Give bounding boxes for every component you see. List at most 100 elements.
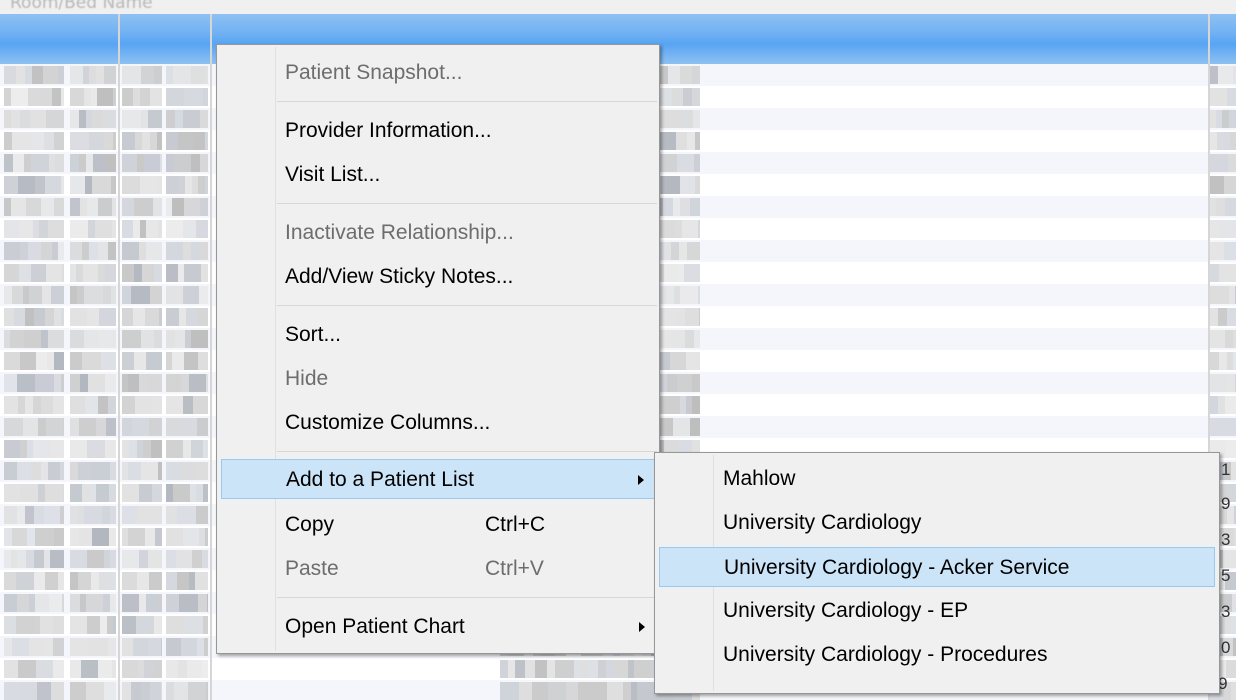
- menu-item-add-to-patient-list[interactable]: Add to a Patient List: [221, 459, 655, 499]
- submenu-item-university-cardiology-ep[interactable]: University Cardiology - EP: [659, 591, 1215, 631]
- redacted-cell: [23, 418, 38, 436]
- menu-item-patient-snapshot[interactable]: Patient Snapshot...: [221, 53, 655, 93]
- redacted-cell: [193, 396, 208, 414]
- redacted-cell: [35, 374, 54, 392]
- redacted-cell: [672, 330, 685, 348]
- context-menu: Patient Snapshot... Provider Information…: [216, 44, 660, 654]
- redacted-cell: [16, 616, 34, 634]
- redacted-cell: [664, 242, 671, 260]
- redacted-cell: [679, 242, 687, 260]
- menu-separator: [277, 451, 657, 452]
- redacted-cell: [53, 638, 64, 656]
- submenu-arrow-icon: [639, 622, 645, 632]
- redacted-cell: [47, 352, 54, 370]
- redacted-cell: [684, 264, 700, 282]
- redacted-cell: [673, 418, 690, 436]
- redacted-cell: [112, 220, 116, 238]
- redacted-cell: [595, 682, 607, 700]
- redacted-cell: [661, 176, 680, 194]
- redacted-cell: [24, 154, 31, 172]
- redacted-cell: [70, 616, 87, 634]
- redacted-cell: [1219, 352, 1227, 370]
- redacted-cell: [79, 418, 96, 436]
- redacted-cell: [41, 462, 48, 480]
- menu-item-copy[interactable]: Copy Ctrl+C: [221, 505, 655, 545]
- redacted-cell: [667, 374, 677, 392]
- redacted-cell: [18, 660, 36, 678]
- menu-item-provider-information[interactable]: Provider Information...: [221, 111, 655, 151]
- redacted-cell: [17, 550, 26, 568]
- redacted-cell: [17, 374, 35, 392]
- redacted-cell: [79, 528, 92, 546]
- redacted-cell: [1210, 374, 1226, 392]
- redacted-cell: [658, 132, 676, 150]
- redacted-cell: [535, 660, 547, 678]
- redacted-cell: [685, 330, 694, 348]
- redacted-cell: [114, 110, 116, 128]
- menu-item-label: Inactivate Relationship...: [285, 221, 514, 244]
- menu-item-label: University Cardiology - Acker Service: [724, 556, 1070, 579]
- redacted-cell: [166, 418, 180, 436]
- redacted-cell: [4, 660, 18, 678]
- redacted-cell: [197, 308, 208, 326]
- redacted-cell: [155, 528, 162, 546]
- menu-item-customize-columns[interactable]: Customize Columns...: [221, 403, 655, 443]
- redacted-cell: [122, 352, 134, 370]
- redacted-cell: [45, 176, 61, 194]
- redacted-cell: [4, 638, 12, 656]
- redacted-cell: [70, 638, 89, 656]
- redacted-cell: [198, 352, 208, 370]
- menu-item-visit-list[interactable]: Visit List...: [221, 155, 655, 195]
- redacted-cell: [588, 660, 598, 678]
- redacted-cell: [177, 572, 189, 590]
- redacted-cell: [17, 594, 29, 612]
- menu-item-inactivate-relationship[interactable]: Inactivate Relationship...: [221, 213, 655, 253]
- redacted-cell: [166, 550, 176, 568]
- redacted-cell: [1227, 418, 1236, 436]
- redacted-cell: [179, 308, 186, 326]
- submenu-item-university-cardiology[interactable]: University Cardiology: [659, 503, 1215, 543]
- redacted-cell: [191, 242, 200, 260]
- redacted-cell: [508, 660, 515, 678]
- redacted-cell: [111, 286, 116, 304]
- redacted-cell: [133, 88, 140, 106]
- redacted-cell: [46, 264, 62, 282]
- menu-item-open-patient-chart[interactable]: Open Patient Chart: [221, 607, 655, 647]
- redacted-cell: [51, 286, 64, 304]
- redacted-cell: [92, 528, 109, 546]
- redacted-cell: [205, 176, 208, 194]
- redacted-cell: [97, 88, 113, 106]
- redacted-cell: [4, 88, 11, 106]
- redacted-cell: [659, 352, 670, 370]
- redacted-cell: [668, 66, 680, 84]
- menu-item-paste[interactable]: Paste Ctrl+V: [221, 549, 655, 589]
- redacted-cell: [184, 264, 201, 282]
- redacted-cell: [139, 242, 146, 260]
- redacted-cell: [122, 616, 136, 634]
- redacted-cell: [128, 374, 139, 392]
- submenu-item-university-cardiology-acker-service[interactable]: University Cardiology - Acker Service: [659, 547, 1215, 587]
- redacted-cell: [146, 220, 158, 238]
- redacted-cell: [78, 462, 91, 480]
- redacted-cell: [44, 132, 54, 150]
- menu-item-sort[interactable]: Sort...: [221, 315, 655, 355]
- redacted-cell: [1218, 308, 1227, 326]
- redacted-cell: [29, 286, 42, 304]
- menu-item-add-view-sticky-notes[interactable]: Add/View Sticky Notes...: [221, 257, 655, 297]
- redacted-cell: [87, 440, 105, 458]
- redacted-cell: [139, 550, 148, 568]
- submenu-item-mahlow[interactable]: Mahlow: [659, 459, 1215, 499]
- submenu-item-university-cardiology-procedures[interactable]: University Cardiology - Procedures: [659, 635, 1215, 675]
- redacted-cell: [191, 66, 205, 84]
- redacted-cell: [54, 528, 64, 546]
- redacted-cell: [61, 308, 64, 326]
- redacted-cell: [145, 308, 159, 326]
- redacted-cell: [547, 660, 555, 678]
- redacted-cell: [50, 440, 64, 458]
- menu-item-hide[interactable]: Hide: [221, 359, 655, 399]
- redacted-cell: [184, 198, 200, 216]
- redacted-cell: [46, 110, 64, 128]
- redacted-cell: [1210, 66, 1218, 84]
- redacted-cell: [85, 176, 92, 194]
- redacted-cell: [4, 440, 20, 458]
